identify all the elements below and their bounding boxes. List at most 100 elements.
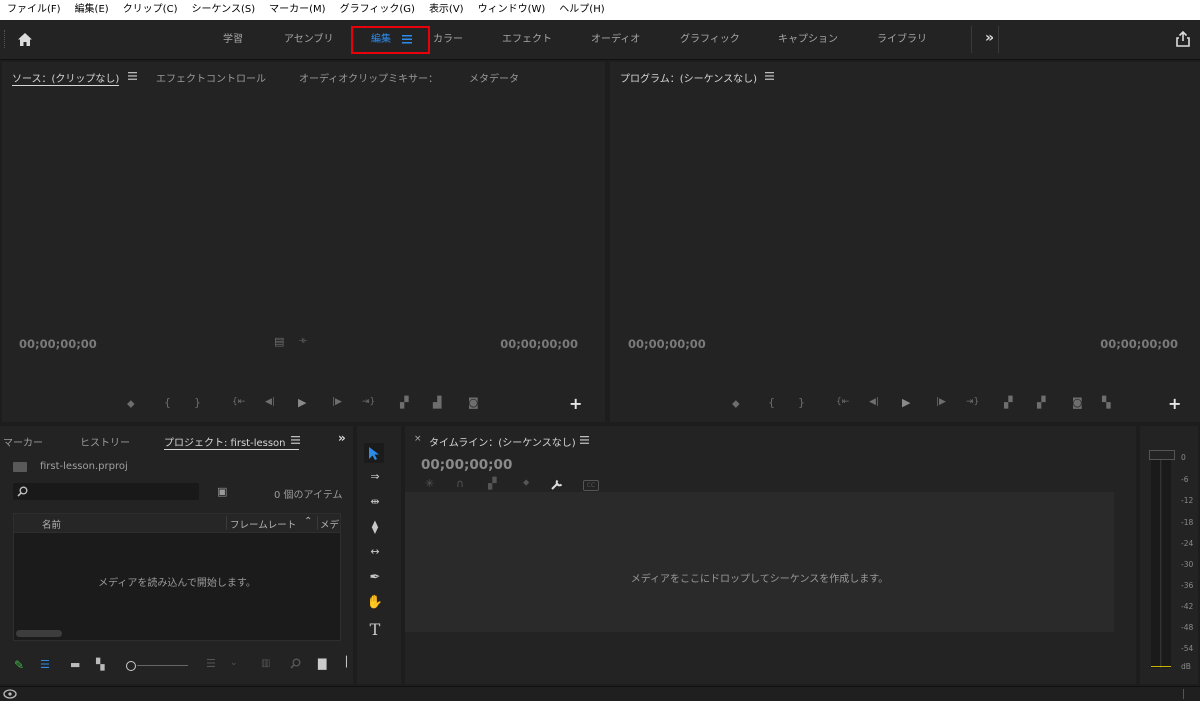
pencil-icon[interactable]: ✎ [14, 658, 24, 672]
camera-icon[interactable]: ◙ [468, 396, 479, 409]
icon-view-icon[interactable]: ▬ [70, 658, 80, 671]
mark-in-icon[interactable]: { [768, 396, 775, 409]
mark-out-icon[interactable]: } [194, 396, 201, 409]
tab-project[interactable]: プロジェクト: first-lesson [164, 434, 299, 450]
selection-tool-icon[interactable] [368, 446, 380, 461]
column-name[interactable]: 名前 [42, 517, 61, 531]
drag-video-icon[interactable]: ▤ [274, 335, 284, 348]
drag-audio-icon[interactable]: ⟛ [299, 336, 307, 346]
lift-icon[interactable]: ▞ [1004, 396, 1012, 409]
play-icon[interactable]: ▶ [902, 396, 910, 409]
step-back-icon[interactable]: ◀| [869, 397, 879, 407]
tab-source[interactable]: ソース：(クリップなし) [12, 70, 120, 86]
creative-cloud-icon[interactable] [3, 689, 17, 699]
menu-clip[interactable]: クリップ(C) [116, 0, 185, 20]
close-icon[interactable]: × [414, 434, 422, 444]
add-button-icon[interactable]: + [569, 394, 582, 413]
column-frame-rate[interactable]: フレームレート [230, 517, 296, 531]
horizontal-scrollbar[interactable] [16, 630, 62, 637]
go-to-out-icon[interactable]: ⇥} [362, 397, 375, 407]
program-timecode-current[interactable]: 00;00;00;00 [628, 337, 706, 351]
add-marker-icon[interactable]: ⬥ [127, 397, 135, 411]
hand-tool-icon[interactable]: ✋ [365, 595, 385, 613]
workspace-tab-graphics[interactable]: グラフィック [680, 20, 740, 59]
freeform-view-icon[interactable]: ▚ [96, 658, 104, 671]
linked-selection-icon[interactable]: ▞ [488, 477, 496, 490]
tab-metadata[interactable]: メタデータ [469, 70, 519, 85]
grip-handle[interactable] [4, 30, 9, 48]
slip-tool-icon[interactable]: ↔ [365, 545, 385, 563]
share-icon[interactable] [1175, 31, 1191, 47]
extract-icon[interactable]: ▞ [1037, 396, 1045, 409]
go-to-out-icon[interactable]: ⇥} [966, 397, 979, 407]
play-icon[interactable]: ▶ [298, 396, 306, 409]
menu-window[interactable]: ウィンドウ(W) [471, 0, 553, 20]
go-to-in-icon[interactable]: {⇤ [836, 397, 849, 407]
step-back-icon[interactable]: ◀| [265, 397, 275, 407]
timeline-title[interactable]: タイムライン：(シーケンスなし) [429, 434, 576, 449]
panel-menu-icon[interactable] [291, 436, 300, 444]
insert-icon[interactable]: ▞ [400, 396, 408, 409]
mark-in-icon[interactable]: { [164, 396, 171, 409]
workspace-tab-libraries[interactable]: ライブラリ [877, 20, 927, 59]
panel-menu-icon[interactable] [128, 72, 137, 80]
new-item-icon[interactable]: ▏ [346, 657, 354, 668]
zoom-slider-track[interactable] [137, 665, 188, 666]
column-media[interactable]: メデ [320, 517, 340, 531]
wrench-icon[interactable] [551, 478, 564, 490]
mark-out-icon[interactable]: } [798, 396, 805, 409]
workspace-tab-learn[interactable]: 学習 [223, 20, 243, 59]
type-tool-icon[interactable]: T [365, 620, 385, 639]
sort-icon[interactable]: ☰ [206, 657, 216, 670]
timeline-timecode[interactable]: 00;00;00;00 [421, 457, 512, 473]
overflow-chevron-icon[interactable]: » [338, 431, 346, 445]
overwrite-icon[interactable]: ▟ [433, 396, 441, 409]
workspace-tab-color[interactable]: カラー [433, 20, 463, 59]
menu-graphics[interactable]: グラフィック(G) [333, 0, 422, 20]
home-icon[interactable] [17, 32, 33, 47]
ripple-edit-tool-icon[interactable]: ⇹ [365, 495, 385, 513]
menu-marker[interactable]: マーカー(M) [262, 0, 332, 20]
overflow-chevron-icon[interactable]: » [985, 30, 994, 46]
go-to-in-icon[interactable]: {⇤ [232, 397, 245, 407]
search-input[interactable] [13, 483, 199, 500]
track-select-tool-icon[interactable]: ⇒ [365, 470, 385, 488]
menu-view[interactable]: 表示(V) [422, 0, 471, 20]
workspace-tab-captions[interactable]: キャプション [778, 20, 838, 59]
automate-to-sequence-icon[interactable]: ▥ [261, 658, 270, 669]
workspace-tab-effects[interactable]: エフェクト [502, 20, 552, 59]
add-marker-icon[interactable]: ⬥ [732, 397, 740, 411]
chevron-down-icon[interactable]: ⌄ [230, 658, 238, 668]
panel-menu-icon[interactable] [765, 72, 774, 80]
cc-icon[interactable]: CC [583, 480, 599, 491]
camera-icon[interactable]: ◙ [1072, 396, 1083, 409]
nest-icon[interactable]: ✳ [425, 477, 434, 490]
razor-tool-icon[interactable]: ⧫ [365, 520, 385, 538]
peak-indicator[interactable] [1149, 450, 1175, 460]
workspace-tab-audio[interactable]: オーディオ [591, 20, 640, 59]
list-view-icon[interactable]: ☰ [40, 658, 50, 671]
find-icon[interactable] [290, 658, 301, 669]
pen-tool-icon[interactable]: ✒ [365, 570, 385, 588]
tab-markers[interactable]: マーカー [3, 434, 43, 449]
panel-menu-icon[interactable] [580, 436, 589, 444]
add-button-icon[interactable]: + [1168, 394, 1181, 413]
tab-history[interactable]: ヒストリー [80, 434, 130, 449]
source-timecode-current[interactable]: 00;00;00;00 [19, 337, 97, 351]
menu-file[interactable]: ファイル(F) [0, 0, 68, 20]
snap-icon[interactable]: ∩ [456, 477, 464, 490]
menu-edit[interactable]: 編集(E) [68, 0, 116, 20]
new-bin-icon[interactable]: ▣ [217, 485, 227, 498]
add-marker-icon[interactable]: ⬥ [523, 478, 529, 488]
step-forward-icon[interactable]: |▶ [936, 397, 946, 407]
tab-effect-controls[interactable]: エフェクトコントロール [156, 70, 266, 85]
workspace-tab-assembly[interactable]: アセンブリ [284, 20, 334, 59]
step-forward-icon[interactable]: |▶ [332, 397, 342, 407]
tab-audio-clip-mixer[interactable]: オーディオクリップミキサー： [299, 70, 438, 85]
zoom-slider-handle[interactable] [126, 661, 136, 671]
timeline-drop-area[interactable]: メディアをここにドロップしてシーケンスを作成します。 [405, 492, 1114, 632]
menu-help[interactable]: ヘルプ(H) [552, 0, 611, 20]
folder-icon[interactable]: ▇ [318, 657, 326, 670]
comparison-view-icon[interactable]: ▚ [1102, 396, 1110, 409]
program-panel-title[interactable]: プログラム：(シーケンスなし) [620, 70, 757, 85]
